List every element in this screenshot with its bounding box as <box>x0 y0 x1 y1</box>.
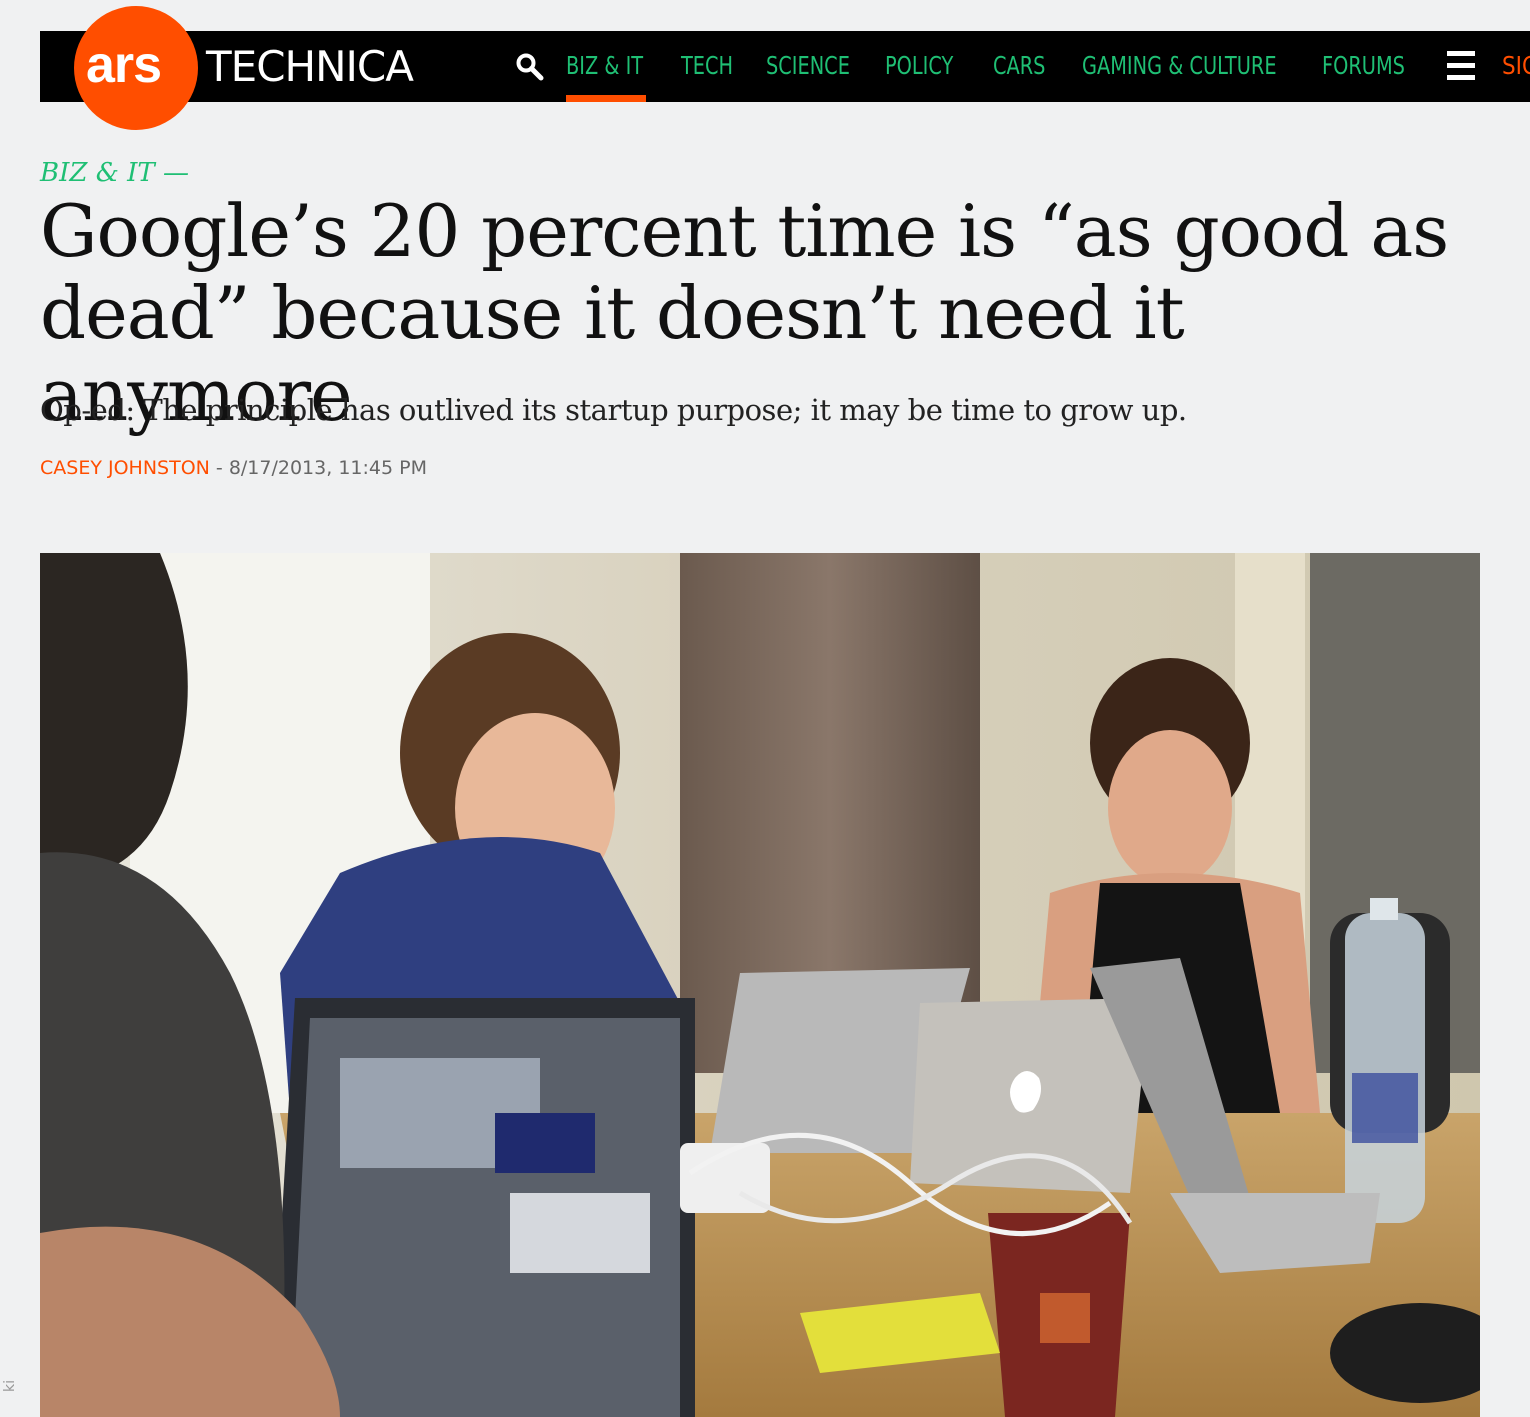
section-kicker[interactable]: BIZ & IT — <box>40 155 189 191</box>
nav-item-gaming-culture[interactable]: GAMING & CULTURE <box>1082 46 1277 86</box>
nav-item-biz-it[interactable]: BIZ & IT <box>566 46 643 86</box>
search-icon[interactable] <box>515 52 545 82</box>
nav-active-indicator <box>566 95 646 102</box>
author-link[interactable]: CASEY JOHNSTON <box>40 457 210 479</box>
logo-ars-text[interactable]: ars <box>86 30 162 100</box>
nav-item-cars[interactable]: CARS <box>993 46 1045 86</box>
article-dek: Op-ed: The principle has outlived its st… <box>40 393 1187 427</box>
nav-item-tech[interactable]: TECH <box>681 46 733 86</box>
logo-technica-text[interactable]: TECHNICA <box>206 40 414 94</box>
menu-icon[interactable] <box>1447 51 1475 81</box>
nav-item-policy[interactable]: POLICY <box>885 46 953 86</box>
photo-credit: ki <box>2 1380 18 1392</box>
sign-in-link[interactable]: SIG <box>1502 46 1530 86</box>
byline: CASEY JOHNSTON - 8/17/2013, 11:45 PM <box>40 455 427 481</box>
publish-timestamp: 8/17/2013, 11:45 PM <box>228 457 427 479</box>
hero-image <box>40 553 1480 1417</box>
nav-item-forums[interactable]: FORUMS <box>1322 46 1405 86</box>
byline-separator: - <box>209 457 229 479</box>
nav-item-science[interactable]: SCIENCE <box>766 46 850 86</box>
